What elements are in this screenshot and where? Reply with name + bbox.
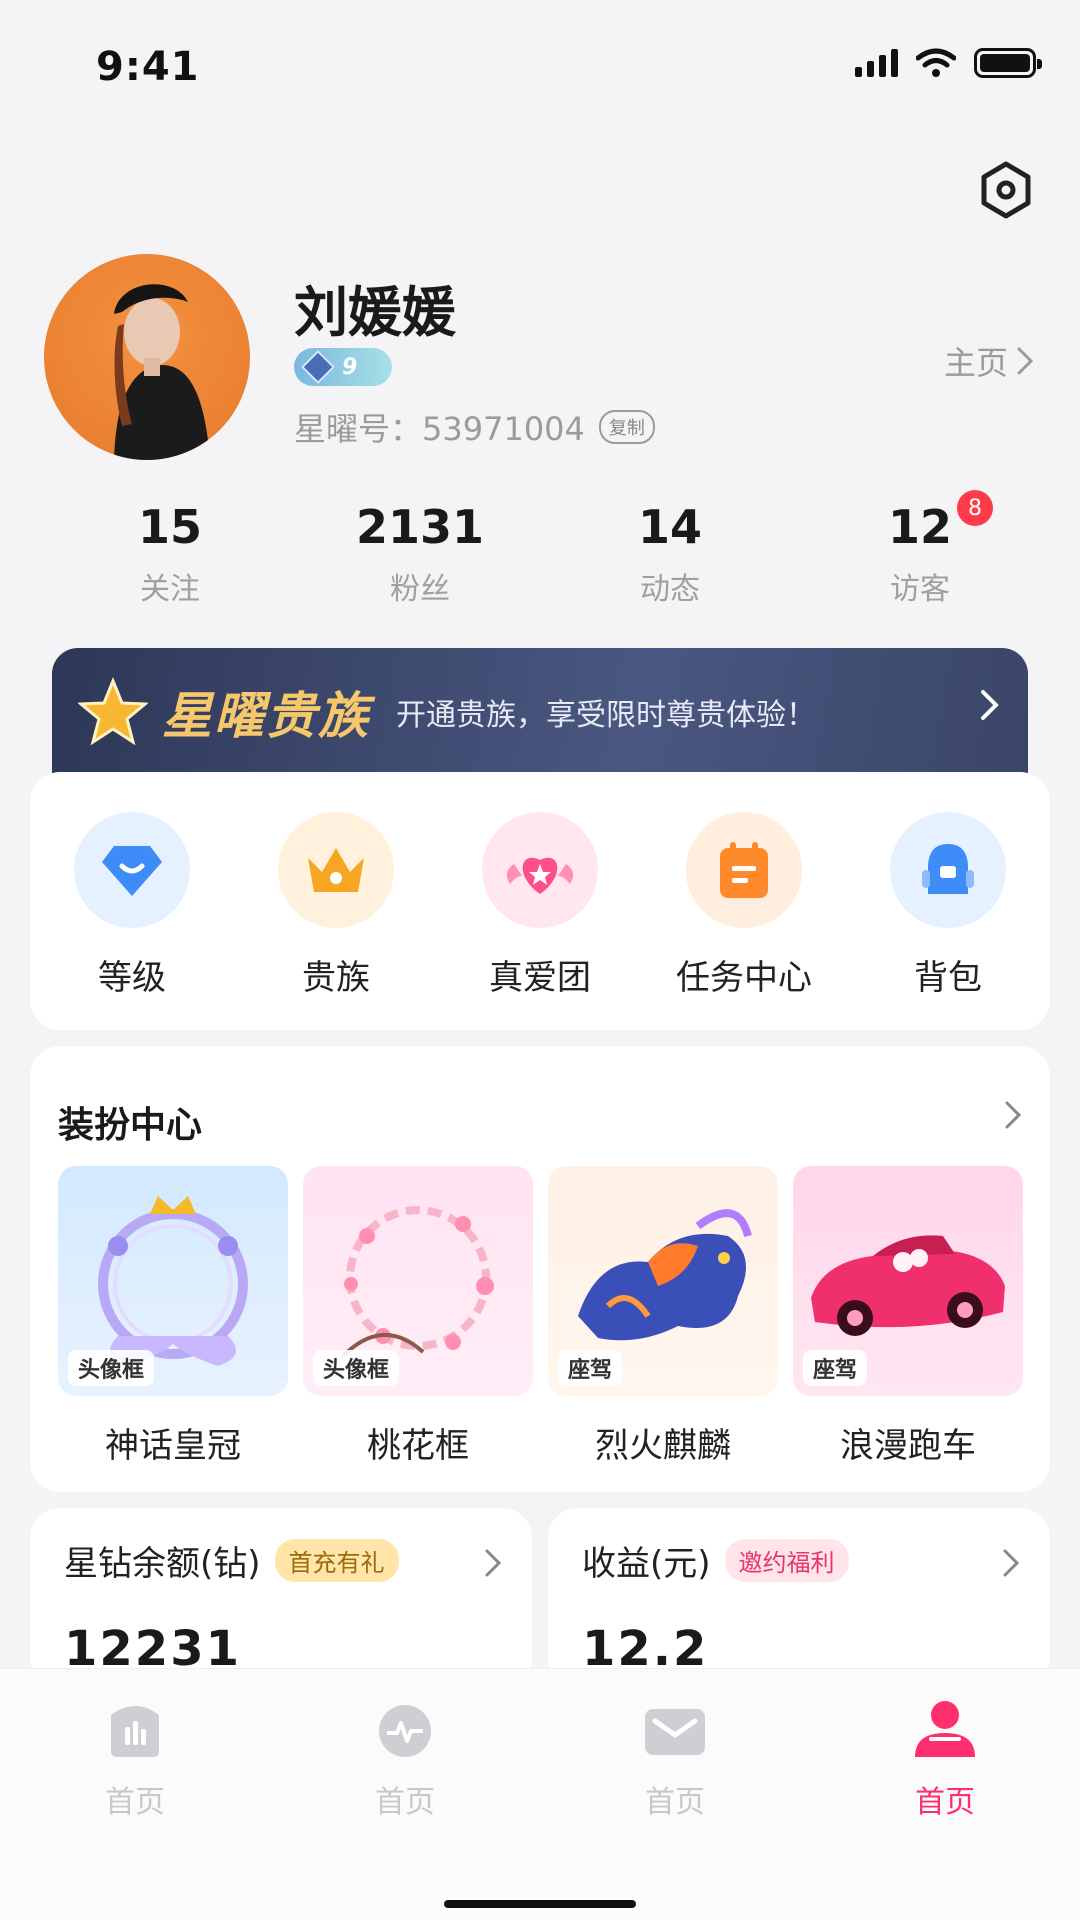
chevron-right-icon bbox=[981, 690, 999, 720]
chevron-right-icon bbox=[485, 1549, 502, 1577]
battery-icon bbox=[974, 48, 1042, 78]
dress-item-tag: 头像框 bbox=[313, 1350, 400, 1386]
dress-item-name: 桃花框 bbox=[367, 1426, 469, 1466]
dress-item-peach-frame[interactable]: 头像框 桃花框 bbox=[303, 1166, 533, 1467]
visitor-count-badge: 8 bbox=[957, 490, 993, 526]
vip-title: 星曜贵族 bbox=[162, 687, 370, 745]
wallet-card[interactable]: 星钻余额(钻) 首充有礼 12231 bbox=[30, 1508, 532, 1688]
vip-subtitle: 开通贵族，享受限时尊贵体验！ bbox=[396, 698, 816, 733]
dress-center-card: 装扮中心 头像框 神话皇冠 头像框 桃花框 座驾 烈火麒麟 座驾 浪漫跑车 bbox=[30, 1046, 1050, 1492]
dress-item-name: 烈火麒麟 bbox=[595, 1426, 731, 1466]
stat-value: 12 bbox=[887, 500, 952, 554]
tab-home-3[interactable]: 首页 bbox=[540, 1697, 810, 1821]
peach-frame-image: 头像框 bbox=[303, 1166, 533, 1396]
tab-home-1[interactable]: 首页 bbox=[0, 1697, 270, 1821]
status-icons bbox=[855, 48, 1042, 78]
dress-item-myth-crown[interactable]: 头像框 神话皇冠 bbox=[58, 1166, 288, 1467]
stat-value: 15 bbox=[137, 500, 202, 554]
tab-home-4[interactable]: 首页 bbox=[810, 1697, 1080, 1821]
earnings-card-header: 收益(元) 邀约福利 bbox=[582, 1536, 1016, 1585]
stat-label: 关注 bbox=[140, 572, 200, 607]
invite-bonus-badge: 邀约福利 bbox=[724, 1539, 849, 1582]
stat-label: 动态 bbox=[640, 572, 700, 607]
quick-item-backpack[interactable]: 背包 bbox=[846, 812, 1050, 1030]
level-gem-icon bbox=[301, 350, 335, 384]
earnings-title: 收益(元) bbox=[582, 1544, 711, 1584]
dress-items: 头像框 神话皇冠 头像框 桃花框 座驾 烈火麒麟 座驾 浪漫跑车 bbox=[58, 1166, 1023, 1467]
wifi-icon bbox=[916, 48, 956, 77]
stat-following[interactable]: 15 关注 bbox=[45, 500, 295, 608]
stat-fans[interactable]: 2131 粉丝 bbox=[295, 500, 545, 608]
stat-visitors[interactable]: 12 访客 8 bbox=[795, 490, 1045, 608]
quick-menu-card: 等级 贵族 真爱团 任务中心 背包 bbox=[30, 772, 1050, 1030]
first-charge-badge: 首充有礼 bbox=[274, 1539, 399, 1582]
quick-item-nobility[interactable]: 贵族 bbox=[234, 812, 438, 1030]
tab-home-2[interactable]: 首页 bbox=[270, 1697, 540, 1821]
qilin-mount-image: 座驾 bbox=[548, 1166, 778, 1396]
user-id-label: 星曜号：53971004 bbox=[294, 410, 585, 448]
home-indicator bbox=[444, 1900, 636, 1908]
level-number: 9 bbox=[342, 354, 358, 380]
diamond-icon bbox=[74, 812, 190, 928]
dress-item-tag: 座驾 bbox=[558, 1350, 623, 1386]
star-icon bbox=[78, 677, 148, 746]
backpack-icon bbox=[890, 812, 1006, 928]
user-name: 刘媛媛 bbox=[294, 281, 456, 344]
tab-label: 首页 bbox=[915, 1785, 975, 1820]
quick-item-label: 贵族 bbox=[302, 958, 370, 998]
dress-item-tag: 座驾 bbox=[803, 1350, 868, 1386]
dress-item-fire-qilin[interactable]: 座驾 烈火麒麟 bbox=[548, 1166, 778, 1467]
wallet-card-header: 星钻余额(钻) 首充有礼 bbox=[64, 1536, 498, 1585]
chevron-right-icon bbox=[1003, 1549, 1020, 1577]
status-time: 9:41 bbox=[96, 44, 200, 90]
stat-value: 14 bbox=[637, 500, 702, 554]
tab-label: 首页 bbox=[645, 1785, 705, 1820]
quick-item-label: 背包 bbox=[914, 958, 982, 998]
heart-wings-icon bbox=[482, 812, 598, 928]
clipboard-icon bbox=[686, 812, 802, 928]
homepage-link[interactable]: 主页 bbox=[944, 338, 1034, 384]
bars-icon bbox=[101, 1697, 169, 1765]
homepage-link-label: 主页 bbox=[943, 344, 1008, 382]
quick-item-true-love[interactable]: 真爱团 bbox=[438, 812, 642, 1030]
tab-label: 首页 bbox=[375, 1785, 435, 1820]
level-badge[interactable]: 9 bbox=[294, 348, 392, 386]
quick-item-label: 真爱团 bbox=[489, 958, 591, 998]
signal-icon bbox=[855, 49, 898, 77]
tab-bar: 首页 首页 首页 首页 bbox=[0, 1668, 1080, 1920]
earnings-card[interactable]: 收益(元) 邀约福利 12.2 bbox=[548, 1508, 1050, 1688]
mail-icon bbox=[641, 1697, 709, 1765]
quick-item-task-center[interactable]: 任务中心 bbox=[642, 812, 846, 1030]
stat-value: 2131 bbox=[355, 500, 485, 554]
copy-id-button[interactable]: 复制 bbox=[598, 410, 655, 444]
dress-item-tag: 头像框 bbox=[68, 1350, 155, 1386]
user-icon bbox=[911, 1697, 979, 1765]
wallet-title: 星钻余额(钻) bbox=[64, 1544, 261, 1584]
pulse-icon bbox=[371, 1697, 439, 1765]
chevron-right-icon bbox=[1017, 347, 1034, 375]
stat-posts[interactable]: 14 动态 bbox=[545, 500, 795, 608]
dress-center-title: 装扮中心 bbox=[58, 1105, 203, 1146]
stat-label: 访客 bbox=[890, 572, 950, 607]
quick-item-level[interactable]: 等级 bbox=[30, 812, 234, 1030]
user-id-row: 星曜号：53971004 复制 bbox=[294, 404, 655, 450]
tab-label: 首页 bbox=[105, 1785, 165, 1820]
quick-item-label: 等级 bbox=[98, 958, 166, 998]
settings-icon[interactable] bbox=[976, 160, 1036, 220]
crown-icon bbox=[278, 812, 394, 928]
vip-banner[interactable]: 星曜贵族 开通贵族，享受限时尊贵体验！ bbox=[52, 648, 1028, 776]
dress-item-name: 浪漫跑车 bbox=[840, 1426, 976, 1466]
crown-frame-image: 头像框 bbox=[58, 1166, 288, 1396]
dress-item-romantic-car[interactable]: 座驾 浪漫跑车 bbox=[793, 1166, 1023, 1467]
stats-row: 15 关注 2131 粉丝 14 动态 12 访客 8 bbox=[0, 490, 1080, 608]
chevron-right-icon[interactable] bbox=[1004, 1100, 1022, 1130]
quick-item-label: 任务中心 bbox=[676, 958, 812, 998]
avatar-image bbox=[114, 284, 210, 460]
dress-item-name: 神话皇冠 bbox=[105, 1426, 241, 1466]
sports-car-image: 座驾 bbox=[793, 1166, 1023, 1396]
stat-label: 粉丝 bbox=[390, 572, 450, 607]
avatar[interactable] bbox=[44, 254, 250, 460]
